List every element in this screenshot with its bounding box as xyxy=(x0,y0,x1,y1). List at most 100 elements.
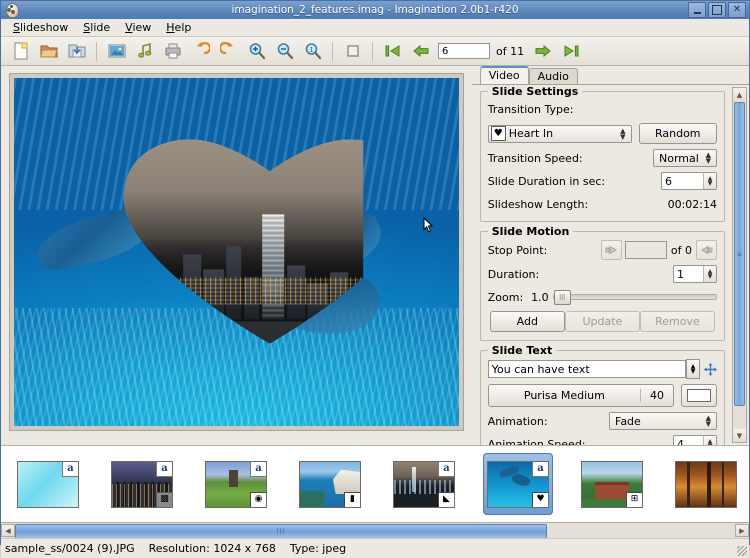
menu-view[interactable]: View xyxy=(119,20,160,36)
scroll-left-icon[interactable]: ◀ xyxy=(1,524,15,537)
thumbnail-image: a ▩ xyxy=(111,461,173,508)
menu-slide[interactable]: Slide xyxy=(77,20,119,36)
move-text-icon[interactable] xyxy=(704,363,717,376)
list-item[interactable]: a ◣ xyxy=(389,453,459,515)
slide-preview[interactable] xyxy=(9,73,464,431)
tab-audio[interactable]: Audio xyxy=(529,68,578,85)
list-item[interactable]: a xyxy=(13,453,83,515)
list-item[interactable]: ▮ xyxy=(295,453,365,515)
menu-bar: Slideshow Slide View Help xyxy=(1,19,749,37)
rotate-left-icon[interactable] xyxy=(187,38,214,64)
rotate-right-icon[interactable] xyxy=(215,38,242,64)
list-item[interactable]: ⊞ xyxy=(577,453,647,515)
city-lights xyxy=(110,278,364,305)
previous-slide-icon[interactable] xyxy=(407,38,434,64)
scrollbar-thumb[interactable]: ≡ xyxy=(734,102,745,406)
text-badge-icon: a xyxy=(438,461,455,477)
color-swatch xyxy=(687,389,711,402)
import-audio-icon[interactable] xyxy=(131,38,158,64)
status-type: Type: jpeg xyxy=(290,542,346,555)
chevron-updown-icon: ▲▼ xyxy=(617,128,628,140)
new-slideshow-icon[interactable] xyxy=(7,38,34,64)
scrollbar-track[interactable]: ||| xyxy=(15,524,735,537)
spinner-arrows-icon[interactable]: ▲▼ xyxy=(703,173,716,189)
scroll-right-icon[interactable]: ▶ xyxy=(735,524,749,537)
app-egg-icon xyxy=(4,3,19,17)
panel-scrollbar[interactable]: ▲ ≡ ▼ xyxy=(732,87,747,443)
minimize-button[interactable] xyxy=(688,2,706,18)
transition-type-combo[interactable]: ♥ Heart In ▲▼ xyxy=(488,125,632,143)
next-slide-icon[interactable] xyxy=(529,38,556,64)
spinner-arrows-icon[interactable]: ▲▼ xyxy=(703,266,716,282)
menu-slideshow[interactable]: Slideshow xyxy=(7,20,77,36)
open-slideshow-icon[interactable] xyxy=(35,38,62,64)
transition-speed-combo[interactable]: Normal ▲▼ xyxy=(653,149,717,167)
list-item[interactable] xyxy=(671,453,741,515)
zoom-out-icon[interactable] xyxy=(271,38,298,64)
slide-filmstrip[interactable]: a a ▩ a ◉ ▮ xyxy=(1,445,749,522)
list-item[interactable]: a ▩ xyxy=(107,453,177,515)
thumbnail-image: a ◣ xyxy=(393,461,455,508)
zoom-slider-handle[interactable]: ||| xyxy=(554,290,571,305)
close-button[interactable]: ✕ xyxy=(728,2,746,18)
spinner-arrows-icon[interactable]: ▲▼ xyxy=(703,436,716,445)
slide-duration-label: Slide Duration in sec: xyxy=(488,175,605,188)
slide-settings-group: Slide Settings Transition Type: ♥ Heart … xyxy=(480,91,725,222)
remove-motion-button: Remove xyxy=(640,311,715,332)
export-slideshow-icon[interactable] xyxy=(159,38,186,64)
text-animation-speed-spinner[interactable]: 4 ▲▼ xyxy=(673,435,717,445)
zoom-slider[interactable]: ||| xyxy=(553,294,717,300)
text-animation-speed-label: Animation Speed: xyxy=(488,438,586,446)
thumbnail-image: a xyxy=(17,461,79,508)
add-motion-button[interactable]: Add xyxy=(490,311,565,332)
filmstrip-scrollbar[interactable]: ◀ ||| ▶ xyxy=(1,522,749,538)
resize-grip-icon[interactable] xyxy=(737,546,747,556)
tab-video[interactable]: Video xyxy=(480,66,529,85)
random-transition-button[interactable]: Random xyxy=(639,123,718,144)
scrollbar-thumb[interactable]: ||| xyxy=(15,524,547,539)
slide-number-input[interactable]: 6 xyxy=(438,43,490,59)
text-badge-icon: a xyxy=(532,461,549,477)
menu-help[interactable]: Help xyxy=(160,20,200,36)
motion-duration-label: Duration: xyxy=(488,268,539,281)
list-item[interactable]: a ♥ xyxy=(483,453,553,515)
toolbar-separator-3 xyxy=(372,42,373,61)
main-toolbar: 1 6 of 11 xyxy=(1,37,749,66)
text-color-button[interactable] xyxy=(681,384,717,407)
slide-duration-spinner[interactable]: 6 ▲▼ xyxy=(661,172,717,190)
update-motion-button: Update xyxy=(565,311,640,332)
thumbnail-image xyxy=(675,461,737,508)
save-slideshow-icon[interactable] xyxy=(63,38,90,64)
text-animation-combo[interactable]: Fade ▲▼ xyxy=(609,412,717,430)
text-animation-label: Animation: xyxy=(488,415,548,428)
last-slide-icon[interactable] xyxy=(557,38,584,64)
list-item[interactable]: a ◉ xyxy=(201,453,271,515)
slide-settings-title: Slide Settings xyxy=(488,85,583,98)
stop-point-next-icon[interactable] xyxy=(696,240,717,260)
stop-point-previous-icon[interactable] xyxy=(601,240,622,260)
zoom-normal-icon[interactable]: 1 xyxy=(299,38,326,64)
stop-point-label: Stop Point: xyxy=(488,244,548,257)
scroll-down-icon[interactable]: ▼ xyxy=(733,429,746,442)
scroll-up-icon[interactable]: ▲ xyxy=(733,88,746,101)
city-buildings xyxy=(110,214,364,319)
slide-text-input[interactable]: You can have text xyxy=(488,360,686,378)
import-images-icon[interactable] xyxy=(103,38,130,64)
motion-duration-spinner[interactable]: 1 ▲▼ xyxy=(673,265,717,283)
first-slide-icon[interactable] xyxy=(379,38,406,64)
imagination-window: imagination_2_features.imag - Imaginatio… xyxy=(0,0,750,545)
motion-duration-value: 1 xyxy=(677,268,684,281)
font-name: Purisa Medium xyxy=(489,389,640,402)
chevron-updown-icon: ▲▼ xyxy=(703,152,714,164)
stop-icon[interactable] xyxy=(339,38,366,64)
toolbar-separator xyxy=(96,42,97,61)
font-select-button[interactable]: Purisa Medium 40 xyxy=(488,384,674,407)
text-scroll-arrows-icon[interactable]: ▲▼ xyxy=(686,359,700,379)
maximize-button[interactable] xyxy=(708,2,726,18)
stop-point-input[interactable] xyxy=(625,241,667,259)
toolbar-separator-2 xyxy=(332,42,333,61)
status-resolution: Resolution: 1024 x 768 xyxy=(149,542,276,555)
main-area: Video Audio Slide Settings Transition Ty… xyxy=(1,66,749,445)
slide-count-label: of 11 xyxy=(496,45,524,58)
zoom-in-icon[interactable] xyxy=(243,38,270,64)
